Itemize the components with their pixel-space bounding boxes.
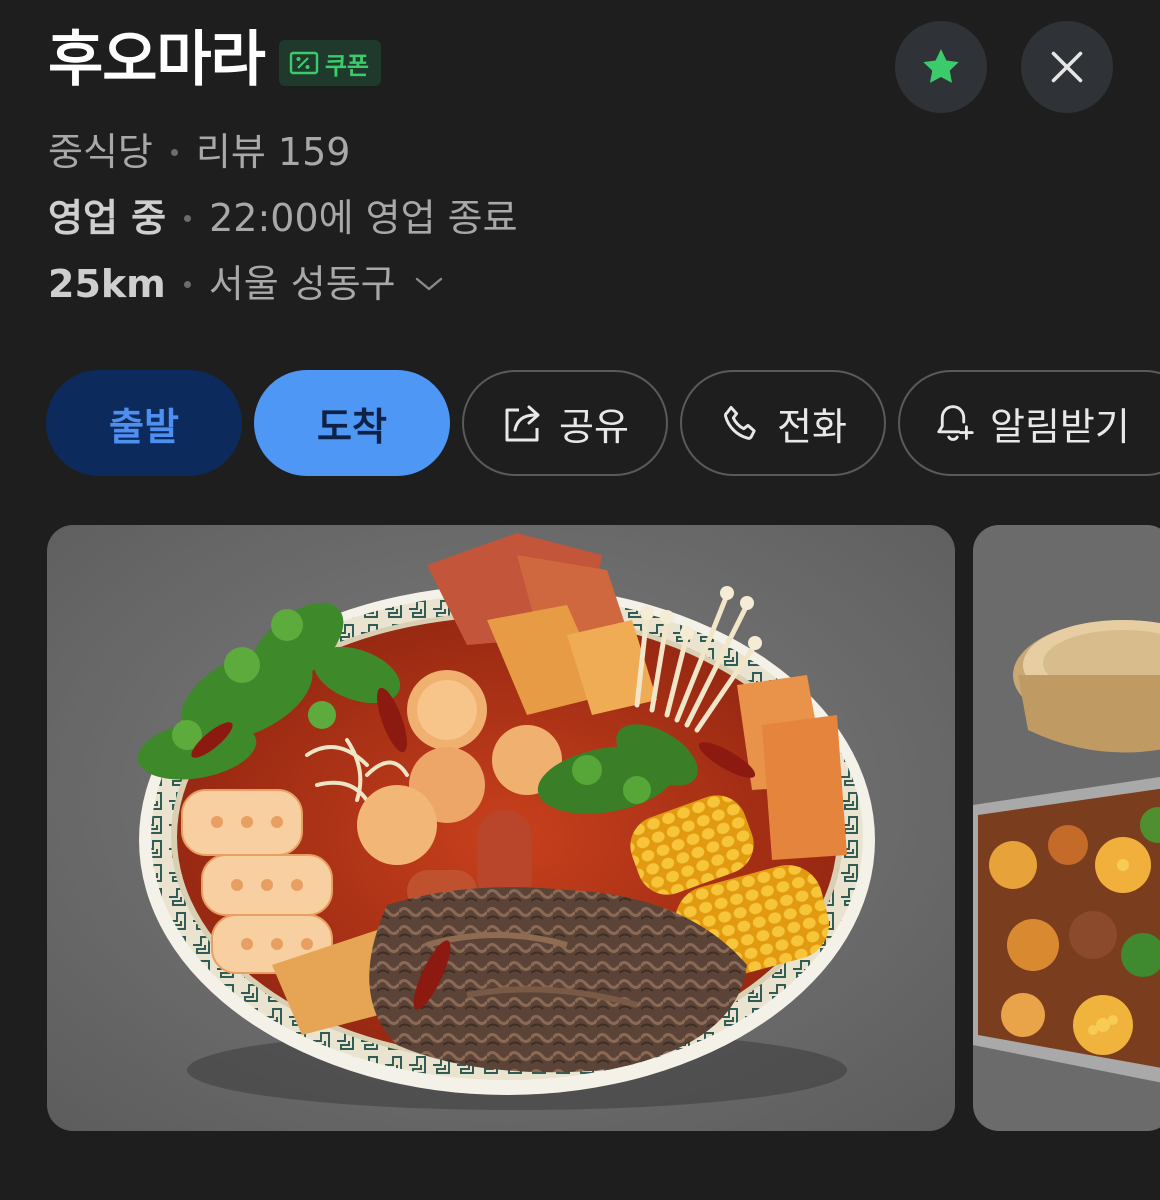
- chevron-down-icon[interactable]: [414, 275, 444, 293]
- share-label: 공유: [559, 404, 629, 449]
- photo-main[interactable]: [47, 525, 955, 1131]
- share-button[interactable]: 공유: [462, 370, 668, 476]
- coupon-badge[interactable]: 쿠폰: [278, 40, 381, 86]
- depart-button[interactable]: 출발: [46, 370, 242, 476]
- photo-second[interactable]: [973, 525, 1160, 1131]
- category-text: 중식당: [48, 130, 153, 174]
- close-icon: [1051, 51, 1083, 83]
- steamer-tray-image: [973, 525, 1160, 1131]
- arrive-button[interactable]: 도착: [254, 370, 450, 476]
- share-icon: [505, 405, 540, 442]
- coupon-label: 쿠폰: [324, 51, 369, 80]
- distance-text: 25km: [48, 262, 166, 306]
- arrive-label: 도착: [317, 404, 387, 449]
- malatang-bowl-image: [47, 525, 955, 1131]
- call-button[interactable]: 전화: [680, 370, 886, 476]
- place-title: 후오마라: [48, 25, 266, 95]
- star-icon: [923, 49, 959, 83]
- notify-label: 알림받기: [990, 404, 1130, 449]
- phone-icon: [724, 405, 756, 440]
- close-button[interactable]: [1021, 21, 1113, 113]
- separator-dot: [170, 148, 178, 156]
- closing-time: 22:00에 영업 종료: [209, 196, 518, 240]
- depart-label: 출발: [109, 404, 179, 449]
- call-label: 전화: [777, 404, 847, 449]
- category-line: 중식당 리뷰 159: [48, 128, 350, 176]
- separator-dot: [183, 280, 191, 288]
- review-count[interactable]: 리뷰 159: [196, 128, 351, 176]
- location-line[interactable]: 25km 서울 성동구: [48, 260, 444, 308]
- action-bar: 출발 도착 공유 전화 알림받기: [46, 370, 1160, 478]
- location-text: 서울 성동구: [208, 262, 396, 306]
- hours-line: 영업 중 22:00에 영업 종료: [48, 194, 518, 242]
- separator-dot: [184, 214, 192, 222]
- title-row: 후오마라 쿠폰: [48, 22, 381, 98]
- notify-button[interactable]: 알림받기: [898, 370, 1160, 476]
- favorite-button[interactable]: [895, 21, 987, 113]
- bell-plus-icon: [937, 405, 974, 441]
- coupon-percent-icon: [289, 51, 319, 75]
- open-status: 영업 중: [48, 196, 167, 240]
